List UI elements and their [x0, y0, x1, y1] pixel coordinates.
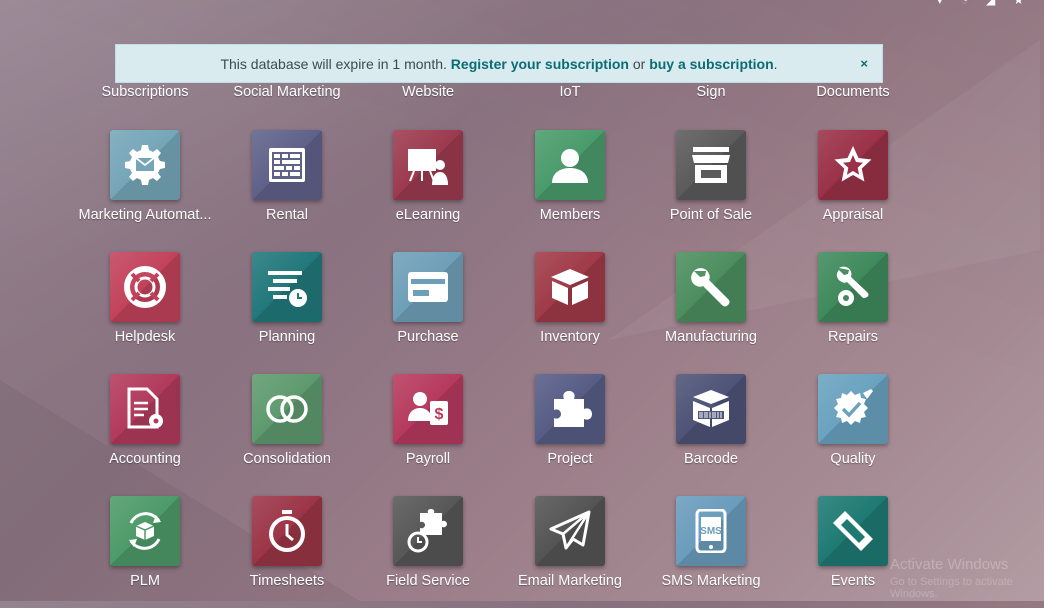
app-tile [110, 130, 180, 200]
app-email-marketing[interactable]: Email Marketing [490, 496, 650, 608]
app-point-of-sale[interactable]: Point of Sale [631, 130, 791, 242]
app-tile [252, 130, 322, 200]
box-icon [551, 269, 589, 305]
app-label: Appraisal [822, 207, 884, 223]
app-tile [818, 496, 888, 566]
app-tile [252, 374, 322, 444]
app-tile [535, 496, 605, 566]
app-label: Email Marketing [518, 573, 622, 589]
app-label: eLearning [395, 207, 461, 223]
app-tile [252, 252, 322, 322]
credit-card-icon [408, 272, 448, 302]
app-tile [393, 496, 463, 566]
app-label: Helpdesk [114, 329, 176, 345]
store-icon [692, 147, 730, 183]
app-label: Marketing Automat... [78, 207, 212, 223]
gear-envelope-icon [125, 145, 165, 185]
svg-text:$: $ [435, 406, 444, 423]
overlap-circles-icon [266, 395, 308, 423]
app-planning[interactable]: Planning [207, 252, 367, 364]
app-label: Quality [830, 451, 876, 467]
app-inventory[interactable]: Inventory [490, 252, 650, 364]
user-icon [552, 149, 588, 183]
star-icon [834, 146, 872, 182]
document-gear-icon [127, 387, 163, 429]
app-label: Field Service [386, 573, 470, 589]
app-quality[interactable]: Quality [773, 374, 933, 486]
app-tile [818, 252, 888, 322]
app-label: Payroll [405, 451, 451, 467]
puzzle-icon [554, 391, 592, 427]
app-helpdesk[interactable]: Helpdesk [65, 252, 225, 364]
cycle-box-icon [129, 512, 161, 550]
app-label: Timesheets [249, 573, 325, 589]
badge-check-icon [834, 389, 873, 425]
app-field-service[interactable]: Field Service [348, 496, 508, 608]
ticket-icon [833, 511, 873, 551]
user-dollar-icon: $ [408, 392, 448, 425]
puzzle-timer-icon [407, 509, 447, 553]
app-timesheets[interactable]: Timesheets [207, 496, 367, 608]
app-label: Project [547, 451, 593, 467]
app-tile [535, 130, 605, 200]
app-tile [676, 252, 746, 322]
app-sms-marketing[interactable]: SMS SMS Marketing [631, 496, 791, 608]
app-label: Manufacturing [665, 329, 757, 345]
app-label: Accounting [109, 451, 181, 467]
barcode-box-icon [693, 390, 729, 427]
phone-sms-icon: SMS [695, 509, 727, 553]
app-project[interactable]: Project [490, 374, 650, 486]
app-marketing-automation[interactable]: Marketing Automat... [65, 130, 225, 242]
app-tile [535, 374, 605, 444]
app-accounting[interactable]: Accounting [65, 374, 225, 486]
app-tile [110, 374, 180, 444]
app-elearning[interactable]: eLearning [348, 130, 508, 242]
app-label: Planning [258, 329, 316, 345]
app-grid: Marketing Automat... Rental eLearning Me… [0, 0, 1044, 601]
app-label: SMS Marketing [661, 573, 761, 589]
sms-text: SMS [700, 526, 722, 537]
calendar-grid-icon [269, 148, 305, 182]
app-label: Point of Sale [669, 207, 753, 223]
planning-clock-icon [268, 271, 307, 307]
stopwatch-icon [269, 510, 305, 552]
wrench-icon [691, 268, 730, 307]
app-rental[interactable]: Rental [207, 130, 367, 242]
paper-plane-icon [549, 510, 591, 550]
activation-watermark-sub: Go to Settings to activate Windows. [890, 576, 1013, 600]
app-label: Repairs [828, 329, 878, 345]
app-appraisal[interactable]: Appraisal [773, 130, 933, 242]
app-payroll[interactable]: $ Payroll [348, 374, 508, 486]
app-tile: $ [393, 374, 463, 444]
presentation-icon [408, 149, 448, 185]
app-tile [252, 496, 322, 566]
lifebuoy-icon [124, 266, 166, 308]
app-tile [535, 252, 605, 322]
app-label: Barcode [683, 451, 738, 467]
app-tile [110, 496, 180, 566]
app-repairs[interactable]: Repairs [773, 252, 933, 364]
app-label: Inventory [540, 329, 600, 345]
activation-watermark: Activate Windows [890, 556, 1009, 573]
app-tile [818, 374, 888, 444]
app-manufacturing[interactable]: Manufacturing [631, 252, 791, 364]
app-barcode[interactable]: Barcode [631, 374, 791, 486]
app-label: Consolidation [243, 451, 331, 467]
app-label: Members [539, 207, 601, 223]
app-plm[interactable]: PLM [65, 496, 225, 608]
app-tile [676, 130, 746, 200]
app-members[interactable]: Members [490, 130, 650, 242]
wrench-gear-icon [836, 266, 869, 306]
app-consolidation[interactable]: Consolidation [207, 374, 367, 486]
app-tile [393, 130, 463, 200]
app-tile [110, 252, 180, 322]
app-label: PLM [130, 573, 160, 589]
app-tile [393, 252, 463, 322]
app-tile [676, 374, 746, 444]
app-purchase[interactable]: Purchase [348, 252, 508, 364]
app-label: Rental [266, 207, 308, 223]
app-tile [818, 130, 888, 200]
app-label: Purchase [397, 329, 459, 345]
app-tile: SMS [676, 496, 746, 566]
